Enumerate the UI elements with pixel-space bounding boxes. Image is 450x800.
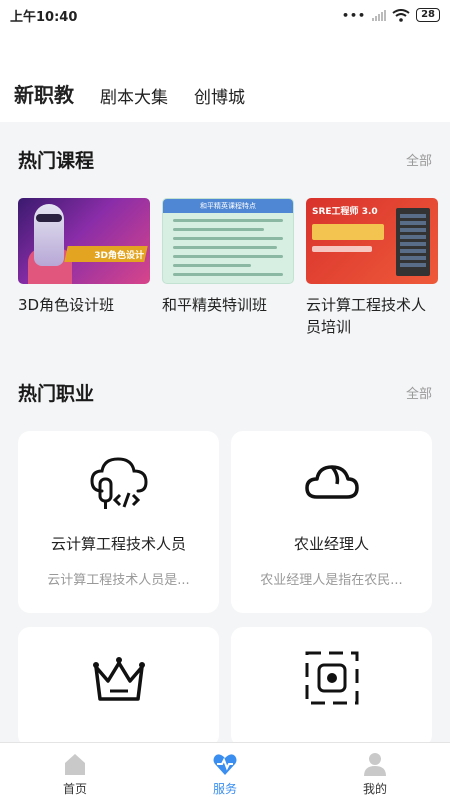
thumb-caption: 和平精英课程特点 [163,199,293,213]
nav-service-label: 服务 [212,782,237,796]
jobs-header: 热门职业 全部 [18,379,432,406]
jobs-all-link[interactable]: 全部 [406,383,432,402]
job-card[interactable] [231,627,432,747]
nav-mine[interactable]: 我的 [300,743,450,800]
crown-icon [92,657,145,701]
job-title: 农业经理人 [293,535,369,553]
courses-header: 热门课程 全部 [18,146,432,173]
battery-icon: 28 [416,8,440,22]
job-desc: 云计算工程技术人员是... [47,573,190,588]
chip-icon [305,651,358,705]
course-thumbnail: 和平精英课程特点 [162,198,294,284]
tab-juben-daji[interactable]: 剧本大集 [100,83,168,108]
bottom-nav: 首页 服务 我的 [0,742,450,800]
course-thumbnail: 3D角色设计 [18,198,150,284]
signal-icon [372,9,387,21]
course-thumbnail: SRE工程师 3.0 [306,198,438,284]
thumb-caption: SRE工程师 3.0 [312,207,378,217]
job-title: 云计算工程技术人员 [50,535,186,553]
top-tabs: 新职教 剧本大集 创博城 [0,30,450,122]
nav-service[interactable]: 服务 [150,743,300,800]
cloud-code-icon [89,457,148,509]
status-bar: 上午10:40 ••• 28 [0,0,450,30]
tab-chuangbocheng[interactable]: 创博城 [194,83,245,108]
user-icon [364,753,386,776]
course-card[interactable]: 3D角色设计 3D角色设计班 [18,198,150,316]
nav-home[interactable]: 首页 [0,743,150,800]
job-desc: 农业经理人是指在农民... [260,573,403,588]
status-time: 上午10:40 [10,9,78,25]
service-heart-icon [213,754,237,775]
wifi-icon [392,8,410,22]
course-card[interactable]: 和平精英课程特点 和平精英特训班 [162,198,294,316]
course-card[interactable]: SRE工程师 3.0 云计算工程技术人员培训 [306,198,438,338]
job-card[interactable]: 农业经理人 农业经理人是指在农民... [231,431,432,613]
cloud-icon [304,465,359,499]
jobs-title: 热门职业 [18,383,95,405]
status-icons: ••• 28 [342,8,440,22]
job-card[interactable]: 云计算工程技术人员 云计算工程技术人员是... [18,431,219,613]
home-icon [65,754,85,775]
course-title: 云计算工程技术人员培训 [306,296,427,336]
courses-title: 热门课程 [18,150,95,172]
course-title: 和平精英特训班 [162,296,268,314]
nav-home-label: 首页 [62,782,87,796]
tab-xinzhijiao[interactable]: 新职教 [14,79,74,108]
courses-all-link[interactable]: 全部 [406,150,432,169]
job-card[interactable] [18,627,219,747]
nav-mine-label: 我的 [362,782,387,796]
thumb-caption: 3D角色设计 [94,251,144,261]
more-dots-icon: ••• [341,8,367,22]
course-title: 3D角色设计班 [18,296,115,314]
